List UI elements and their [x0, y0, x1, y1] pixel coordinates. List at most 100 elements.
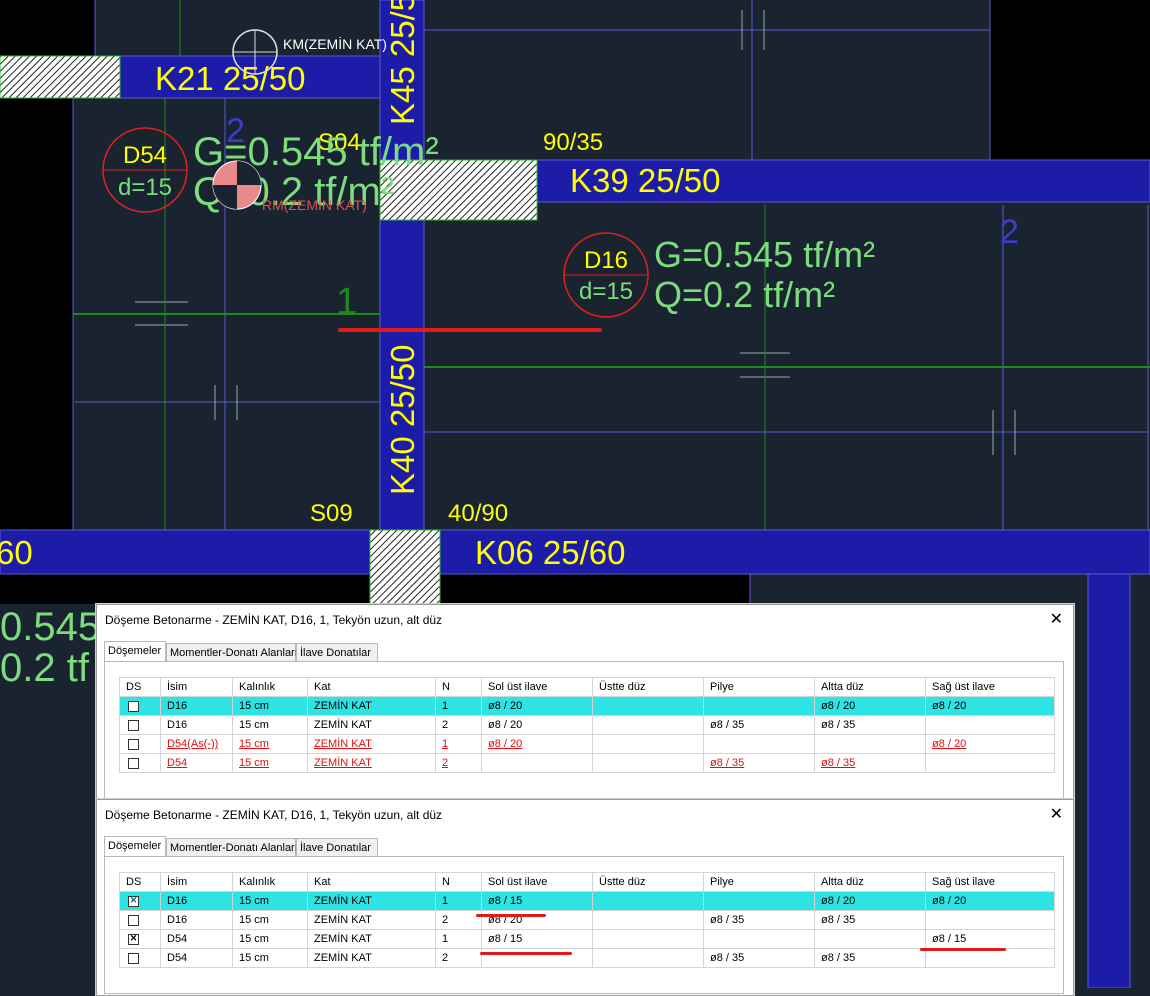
checkbox-checked[interactable] [128, 933, 139, 945]
table-cell[interactable] [592, 753, 704, 773]
table-cell[interactable] [814, 734, 926, 754]
table-cell[interactable]: ø8 / 35 [814, 753, 926, 773]
table-cell[interactable]: ZEMİN KAT [307, 753, 436, 773]
table-cell[interactable] [592, 891, 704, 911]
checkbox-checked[interactable] [128, 895, 139, 907]
table-cell[interactable] [925, 715, 1055, 735]
table-cell[interactable]: D54 [160, 948, 233, 968]
table-cell[interactable]: D16 [160, 891, 233, 911]
slab-table[interactable]: DS İsim Kalınlık Kat N Sol üst ilave Üstte düz… [119, 872, 1055, 968]
checkbox[interactable] [128, 757, 139, 769]
tab-slabs[interactable]: Döşemeler [104, 641, 166, 661]
column-header[interactable]: N [435, 677, 482, 697]
slab-reinforcement-dialog-after[interactable]: Döşeme Betonarme - ZEMİN KAT, D16, 1, Te… [96, 799, 1074, 996]
table-cell[interactable]: D54(As(-)) [160, 734, 233, 754]
column-header[interactable]: Pilye [703, 677, 815, 697]
table-cell[interactable]: D16 [160, 715, 233, 735]
table-cell[interactable] [814, 929, 926, 949]
table-cell[interactable]: D54 [160, 929, 233, 949]
table-cell[interactable]: ø8 / 35 [703, 715, 815, 735]
table-cell[interactable]: 2 [435, 948, 482, 968]
table-cell[interactable]: 2 [435, 753, 482, 773]
table-cell[interactable] [925, 753, 1055, 773]
table-cell[interactable]: 15 cm [232, 948, 308, 968]
table-cell[interactable]: ø8 / 15 [481, 929, 593, 949]
beam-right[interactable] [1087, 573, 1131, 988]
column-header[interactable]: Altta düz [814, 872, 926, 892]
column-header[interactable]: Kalınlık [232, 872, 308, 892]
table-cell[interactable] [925, 948, 1055, 968]
table-cell[interactable]: ø8 / 15 [925, 929, 1055, 949]
tab-slabs[interactable]: Döşemeler [104, 836, 166, 856]
table-cell[interactable]: ø8 / 35 [703, 910, 815, 930]
table-cell[interactable]: ø8 / 20 [481, 715, 593, 735]
table-row[interactable]: D1615 cmZEMİN KAT1ø8 / 15 ø8 / 20ø8 / 20 [119, 891, 1055, 911]
table-cell[interactable]: ø8 / 35 [814, 948, 926, 968]
table-cell[interactable]: 15 cm [232, 696, 308, 716]
column-header[interactable]: Pilye [703, 872, 815, 892]
table-cell[interactable]: 1 [435, 891, 482, 911]
table-cell[interactable]: ZEMİN KAT [307, 910, 436, 930]
table-cell[interactable]: ø8 / 35 [814, 715, 926, 735]
close-icon[interactable]: ✕ [1050, 804, 1063, 824]
tab-extra-rebar[interactable]: İlave Donatılar [296, 838, 378, 856]
column-header[interactable]: Üstte düz [592, 872, 704, 892]
table-row[interactable]: D54 15 cm ZEMİN KAT 2 ø8 / 35 ø8 / 35 [119, 753, 1055, 773]
column-left[interactable] [0, 55, 121, 99]
tab-extra-rebar[interactable]: İlave Donatılar [296, 643, 378, 661]
table-cell[interactable] [592, 948, 704, 968]
close-icon[interactable]: ✕ [1050, 609, 1063, 629]
table-row[interactable]: D5415 cmZEMİN KAT1ø8 / 15ø8 / 15 [119, 929, 1055, 949]
table-cell[interactable]: ZEMİN KAT [307, 929, 436, 949]
table-cell[interactable]: ø8 / 20 [814, 696, 926, 716]
table-cell[interactable]: ZEMİN KAT [307, 696, 436, 716]
table-cell[interactable]: ø8 / 20 [481, 696, 593, 716]
column-header[interactable]: Kalınlık [232, 677, 308, 697]
column-header[interactable]: Altta düz [814, 677, 926, 697]
column-header[interactable]: Kat [307, 872, 436, 892]
table-row[interactable]: D54(As(-)) 15 cm ZEMİN KAT 1 ø8 / 20 ø8 / 20 [119, 734, 1055, 754]
table-cell[interactable]: ø8 / 20 [925, 696, 1055, 716]
table-cell[interactable]: 1 [435, 734, 482, 754]
table-cell[interactable] [481, 753, 593, 773]
table-cell[interactable]: ø8 / 20 [925, 734, 1055, 754]
table-cell[interactable]: 2 [435, 910, 482, 930]
table-cell[interactable] [592, 696, 704, 716]
slab-table[interactable]: DS İsim Kalınlık Kat N Sol üst ilave Üstte düz… [119, 677, 1055, 773]
tab-moments[interactable]: Momentler-Donatı Alanları [166, 643, 298, 661]
column-header[interactable]: Sağ üst ilave [925, 677, 1055, 697]
table-cell[interactable]: D16 [160, 910, 233, 930]
table-cell[interactable]: ø8 / 20 [925, 891, 1055, 911]
table-row[interactable]: D54 15 cm ZEMİN KAT 2 ø8 / 35 ø8 / 35 [119, 948, 1055, 968]
table-cell[interactable]: ø8 / 35 [814, 910, 926, 930]
table-cell[interactable]: D54 [160, 753, 233, 773]
table-cell[interactable]: ø8 / 20 [814, 891, 926, 911]
table-cell[interactable] [925, 910, 1055, 930]
tab-moments[interactable]: Momentler-Donatı Alanları [166, 838, 298, 856]
column-s09[interactable] [369, 529, 441, 605]
checkbox[interactable] [128, 719, 139, 731]
slab-reinforcement-dialog-before[interactable]: Döşeme Betonarme - ZEMİN KAT, D16, 1, Te… [96, 604, 1074, 802]
column-header[interactable]: Sol üst ilave [481, 872, 593, 892]
table-cell[interactable]: 15 cm [232, 734, 308, 754]
column-header[interactable]: Kat [307, 677, 436, 697]
table-row[interactable]: D16 15 cm ZEMİN KAT 1 ø8 / 20 ø8 / 20 ø8 / 20 [119, 696, 1055, 716]
table-cell[interactable] [592, 910, 704, 930]
table-cell[interactable] [592, 734, 704, 754]
table-cell[interactable]: 15 cm [232, 753, 308, 773]
column-header[interactable]: İsim [160, 677, 233, 697]
table-cell[interactable]: ZEMİN KAT [307, 891, 436, 911]
column-header[interactable]: Üstte düz [592, 677, 704, 697]
table-row[interactable]: D16 15 cm ZEMİN KAT 2 ø8 / 20 ø8 / 35 ø8 / 35 [119, 715, 1055, 735]
table-cell[interactable]: ZEMİN KAT [307, 734, 436, 754]
checkbox[interactable] [128, 952, 139, 964]
table-cell[interactable]: ZEMİN KAT [307, 948, 436, 968]
table-cell[interactable] [703, 891, 815, 911]
table-row[interactable]: D16 15 cm ZEMİN KAT 2 ø8 / 20 ø8 / 35 ø8 / 35 [119, 910, 1055, 930]
table-cell[interactable]: 1 [435, 696, 482, 716]
table-cell[interactable] [592, 929, 704, 949]
checkbox[interactable] [128, 738, 139, 750]
column-header[interactable]: Sol üst ilave [481, 677, 593, 697]
table-cell[interactable]: 15 cm [232, 891, 308, 911]
table-cell[interactable]: 15 cm [232, 929, 308, 949]
